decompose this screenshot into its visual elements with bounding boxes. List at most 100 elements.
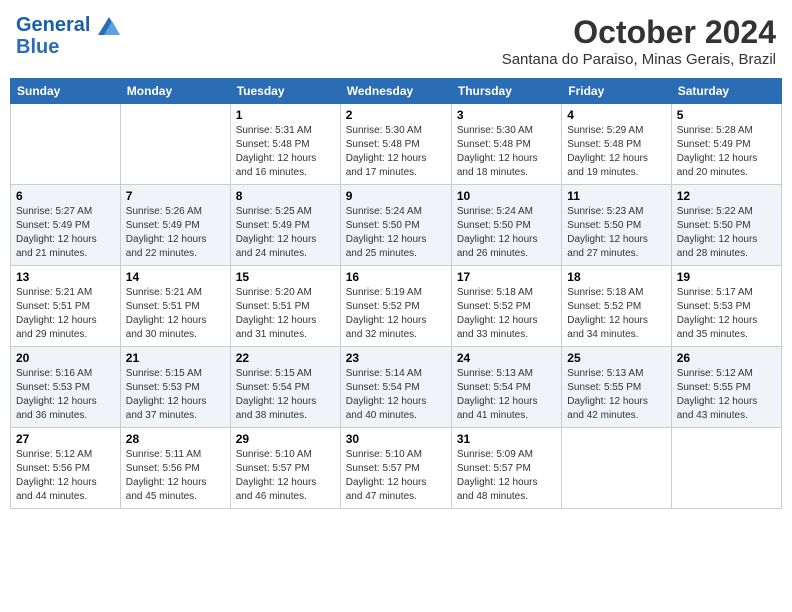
calendar-cell: 5 Sunrise: 5:28 AM Sunset: 5:49 PM Daylig… xyxy=(671,104,781,185)
calendar-cell: 28 Sunrise: 5:11 AM Sunset: 5:56 PM Dayli… xyxy=(120,428,230,509)
title-block: October 2024 Santana do Paraiso, Minas G… xyxy=(502,14,776,68)
day-info: Sunrise: 5:13 AM Sunset: 5:54 PM Dayligh… xyxy=(457,367,556,423)
day-info: Sunrise: 5:26 AM Sunset: 5:49 PM Dayligh… xyxy=(126,205,225,261)
day-info: Sunrise: 5:17 AM Sunset: 5:53 PM Dayligh… xyxy=(677,286,776,342)
calendar-cell: 8 Sunrise: 5:25 AM Sunset: 5:49 PM Daylig… xyxy=(230,185,340,266)
calendar-cell: 1 Sunrise: 5:31 AM Sunset: 5:48 PM Daylig… xyxy=(230,104,340,185)
day-number: 3 xyxy=(457,108,556,122)
day-number: 26 xyxy=(677,351,776,365)
day-number: 10 xyxy=(457,189,556,203)
day-info: Sunrise: 5:18 AM Sunset: 5:52 PM Dayligh… xyxy=(457,286,556,342)
day-number: 21 xyxy=(126,351,225,365)
calendar-cell: 17 Sunrise: 5:18 AM Sunset: 5:52 PM Dayli… xyxy=(451,266,561,347)
day-info: Sunrise: 5:14 AM Sunset: 5:54 PM Dayligh… xyxy=(346,367,446,423)
day-info: Sunrise: 5:30 AM Sunset: 5:48 PM Dayligh… xyxy=(346,124,446,180)
calendar-cell: 13 Sunrise: 5:21 AM Sunset: 5:51 PM Dayli… xyxy=(11,266,121,347)
calendar-cell: 14 Sunrise: 5:21 AM Sunset: 5:51 PM Dayli… xyxy=(120,266,230,347)
calendar-cell: 6 Sunrise: 5:27 AM Sunset: 5:49 PM Daylig… xyxy=(11,185,121,266)
day-number: 28 xyxy=(126,432,225,446)
calendar-cell: 18 Sunrise: 5:18 AM Sunset: 5:52 PM Dayli… xyxy=(562,266,671,347)
day-info: Sunrise: 5:24 AM Sunset: 5:50 PM Dayligh… xyxy=(457,205,556,261)
logo: General Blue xyxy=(16,14,122,58)
logo-icon xyxy=(98,17,120,35)
day-info: Sunrise: 5:16 AM Sunset: 5:53 PM Dayligh… xyxy=(16,367,115,423)
day-number: 13 xyxy=(16,270,115,284)
calendar-cell: 20 Sunrise: 5:16 AM Sunset: 5:53 PM Dayli… xyxy=(11,347,121,428)
day-number: 30 xyxy=(346,432,446,446)
day-number: 16 xyxy=(346,270,446,284)
month-title: October 2024 xyxy=(502,14,776,51)
day-number: 7 xyxy=(126,189,225,203)
day-number: 15 xyxy=(236,270,335,284)
day-number: 27 xyxy=(16,432,115,446)
day-info: Sunrise: 5:15 AM Sunset: 5:54 PM Dayligh… xyxy=(236,367,335,423)
calendar-cell: 12 Sunrise: 5:22 AM Sunset: 5:50 PM Dayli… xyxy=(671,185,781,266)
day-number: 14 xyxy=(126,270,225,284)
page-header: General Blue October 2024 Santana do Par… xyxy=(10,10,782,72)
calendar-week-5: 27 Sunrise: 5:12 AM Sunset: 5:56 PM Dayli… xyxy=(11,428,782,509)
day-info: Sunrise: 5:11 AM Sunset: 5:56 PM Dayligh… xyxy=(126,448,225,504)
day-number: 24 xyxy=(457,351,556,365)
day-info: Sunrise: 5:15 AM Sunset: 5:53 PM Dayligh… xyxy=(126,367,225,423)
day-info: Sunrise: 5:19 AM Sunset: 5:52 PM Dayligh… xyxy=(346,286,446,342)
day-info: Sunrise: 5:21 AM Sunset: 5:51 PM Dayligh… xyxy=(126,286,225,342)
day-number: 17 xyxy=(457,270,556,284)
day-number: 5 xyxy=(677,108,776,122)
day-number: 6 xyxy=(16,189,115,203)
weekday-header-saturday: Saturday xyxy=(671,79,781,104)
day-info: Sunrise: 5:20 AM Sunset: 5:51 PM Dayligh… xyxy=(236,286,335,342)
subtitle: Santana do Paraiso, Minas Gerais, Brazil xyxy=(502,51,776,68)
calendar-cell xyxy=(11,104,121,185)
weekday-header-row: SundayMondayTuesdayWednesdayThursdayFrid… xyxy=(11,79,782,104)
calendar-cell: 4Sunrise: 5:29 AM Sunset: 5:48 PM Daylig… xyxy=(562,104,671,185)
calendar-cell: 11Sunrise: 5:23 AM Sunset: 5:50 PM Dayli… xyxy=(562,185,671,266)
day-number: 8 xyxy=(236,189,335,203)
calendar-cell: 10 Sunrise: 5:24 AM Sunset: 5:50 PM Dayli… xyxy=(451,185,561,266)
day-number: 4 xyxy=(567,108,665,122)
calendar-cell: 2Sunrise: 5:30 AM Sunset: 5:48 PM Daylig… xyxy=(340,104,451,185)
day-number: 1 xyxy=(236,108,335,122)
calendar-cell: 22 Sunrise: 5:15 AM Sunset: 5:54 PM Dayli… xyxy=(230,347,340,428)
day-number: 12 xyxy=(677,189,776,203)
day-info: Sunrise: 5:28 AM Sunset: 5:49 PM Dayligh… xyxy=(677,124,776,180)
day-number: 20 xyxy=(16,351,115,365)
day-info: Sunrise: 5:12 AM Sunset: 5:55 PM Dayligh… xyxy=(677,367,776,423)
calendar-cell: 9Sunrise: 5:24 AM Sunset: 5:50 PM Daylig… xyxy=(340,185,451,266)
day-info: Sunrise: 5:22 AM Sunset: 5:50 PM Dayligh… xyxy=(677,205,776,261)
calendar-cell: 25 Sunrise: 5:13 AM Sunset: 5:55 PM Dayli… xyxy=(562,347,671,428)
day-info: Sunrise: 5:13 AM Sunset: 5:55 PM Dayligh… xyxy=(567,367,665,423)
day-info: Sunrise: 5:21 AM Sunset: 5:51 PM Dayligh… xyxy=(16,286,115,342)
calendar-cell: 16 Sunrise: 5:19 AM Sunset: 5:52 PM Dayli… xyxy=(340,266,451,347)
calendar-cell: 26 Sunrise: 5:12 AM Sunset: 5:55 PM Dayli… xyxy=(671,347,781,428)
calendar-table: SundayMondayTuesdayWednesdayThursdayFrid… xyxy=(10,78,782,509)
day-number: 31 xyxy=(457,432,556,446)
calendar-cell: 27 Sunrise: 5:12 AM Sunset: 5:56 PM Dayli… xyxy=(11,428,121,509)
day-info: Sunrise: 5:12 AM Sunset: 5:56 PM Dayligh… xyxy=(16,448,115,504)
calendar-cell: 29Sunrise: 5:10 AM Sunset: 5:57 PM Dayli… xyxy=(230,428,340,509)
weekday-header-tuesday: Tuesday xyxy=(230,79,340,104)
calendar-week-1: 1 Sunrise: 5:31 AM Sunset: 5:48 PM Daylig… xyxy=(11,104,782,185)
day-number: 22 xyxy=(236,351,335,365)
day-info: Sunrise: 5:18 AM Sunset: 5:52 PM Dayligh… xyxy=(567,286,665,342)
day-info: Sunrise: 5:09 AM Sunset: 5:57 PM Dayligh… xyxy=(457,448,556,504)
calendar-cell: 3 Sunrise: 5:30 AM Sunset: 5:48 PM Daylig… xyxy=(451,104,561,185)
calendar-cell: 23 Sunrise: 5:14 AM Sunset: 5:54 PM Dayli… xyxy=(340,347,451,428)
day-number: 23 xyxy=(346,351,446,365)
day-number: 18 xyxy=(567,270,665,284)
logo-text: General xyxy=(16,14,122,36)
day-info: Sunrise: 5:10 AM Sunset: 5:57 PM Dayligh… xyxy=(346,448,446,504)
day-info: Sunrise: 5:24 AM Sunset: 5:50 PM Dayligh… xyxy=(346,205,446,261)
day-info: Sunrise: 5:25 AM Sunset: 5:49 PM Dayligh… xyxy=(236,205,335,261)
weekday-header-monday: Monday xyxy=(120,79,230,104)
day-info: Sunrise: 5:27 AM Sunset: 5:49 PM Dayligh… xyxy=(16,205,115,261)
day-info: Sunrise: 5:30 AM Sunset: 5:48 PM Dayligh… xyxy=(457,124,556,180)
calendar-cell: 30 Sunrise: 5:10 AM Sunset: 5:57 PM Dayli… xyxy=(340,428,451,509)
logo-line2: Blue xyxy=(16,36,122,58)
day-number: 29 xyxy=(236,432,335,446)
calendar-cell xyxy=(120,104,230,185)
calendar-week-3: 13 Sunrise: 5:21 AM Sunset: 5:51 PM Dayli… xyxy=(11,266,782,347)
calendar-cell: 15 Sunrise: 5:20 AM Sunset: 5:51 PM Dayli… xyxy=(230,266,340,347)
day-info: Sunrise: 5:31 AM Sunset: 5:48 PM Dayligh… xyxy=(236,124,335,180)
weekday-header-wednesday: Wednesday xyxy=(340,79,451,104)
day-number: 25 xyxy=(567,351,665,365)
